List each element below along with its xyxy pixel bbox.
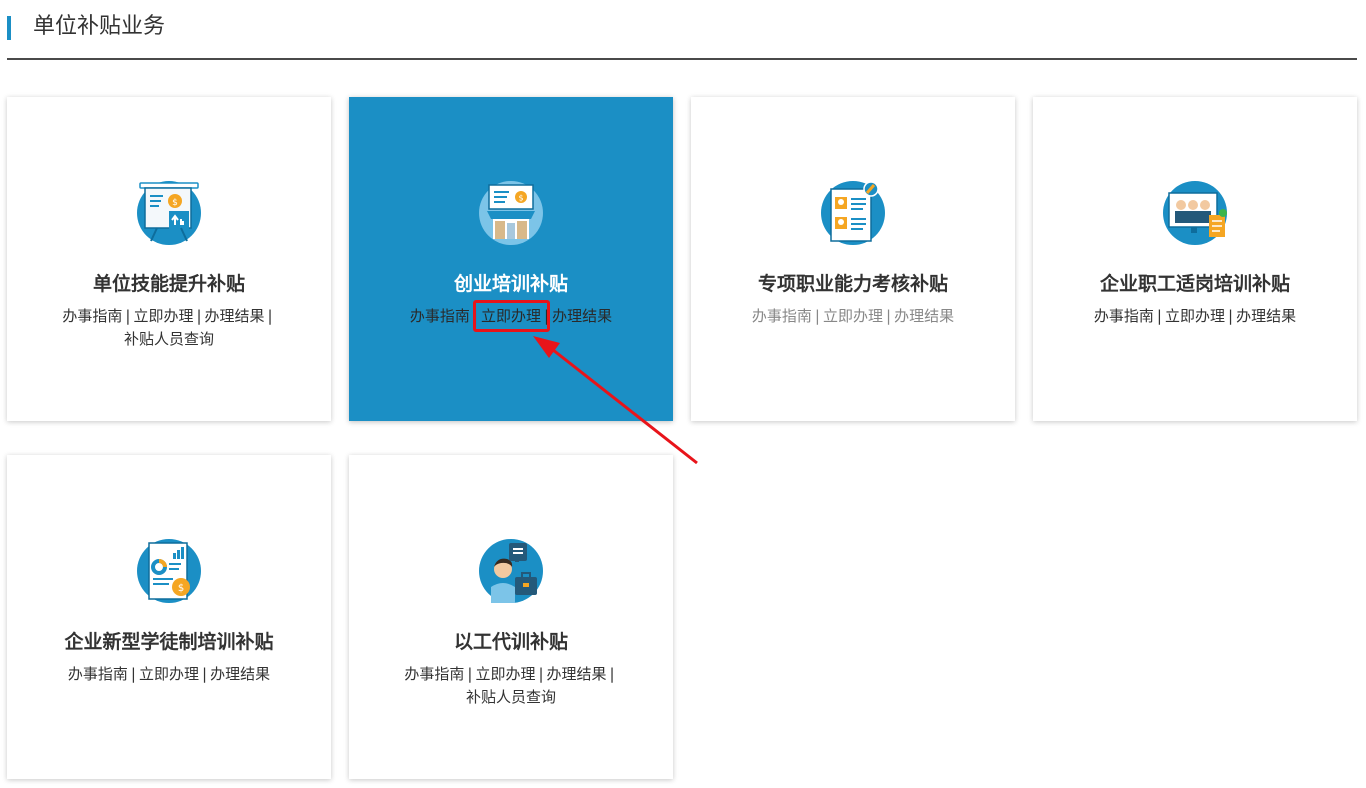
link-separator: | xyxy=(886,307,892,325)
card-links: 办事指南 | 立即办理 | 办理结果 xyxy=(1063,305,1327,328)
document-certificate-icon xyxy=(821,181,885,245)
card-title: 企业职工适岗培训补贴 xyxy=(1099,273,1290,295)
card-employee-job-adaptation-training-subsidy[interactable]: 企业职工适岗培训补贴 办事指南 | 立即办理 | 办理结果 xyxy=(1033,97,1357,421)
subsidy-person-query-link[interactable]: 补贴人员查询 xyxy=(124,330,214,348)
section-accent-bar xyxy=(7,16,11,40)
link-separator: | xyxy=(130,665,136,683)
link-separator: | xyxy=(467,665,473,683)
result-link[interactable]: 办理结果 xyxy=(205,307,265,325)
result-link[interactable]: 办理结果 xyxy=(552,307,612,325)
card-links: 办事指南 | 立即办理 | 办理结果 xyxy=(721,305,985,328)
apply-now-link[interactable]: 立即办理 xyxy=(475,665,535,683)
link-separator: | xyxy=(1228,307,1234,325)
result-link[interactable]: 办理结果 xyxy=(1236,307,1296,325)
link-separator: | xyxy=(202,665,208,683)
result-link[interactable]: 办理结果 xyxy=(547,665,607,683)
guide-link[interactable]: 办事指南 xyxy=(752,307,812,325)
apply-now-link[interactable]: 立即办理 xyxy=(133,307,193,325)
result-link[interactable]: 办理结果 xyxy=(210,665,270,683)
page: 单位补贴业务 $ 单位技能提升补贴 办事指南 | 立即办理 | 办理结果 | 补贴人员 xyxy=(0,0,1366,788)
card-new-apprenticeship-training-subsidy[interactable]: $ 企业新型学徒制培训补贴 办事指南 | 立即办理 | 办理结果 xyxy=(7,455,331,779)
card-title: 以工代训补贴 xyxy=(453,631,568,653)
subsidy-person-query-link[interactable]: 补贴人员查询 xyxy=(466,688,556,706)
guide-link[interactable]: 办事指南 xyxy=(62,307,122,325)
guide-link[interactable]: 办事指南 xyxy=(410,307,470,325)
worker-hire-icon xyxy=(479,539,543,603)
highlight-box xyxy=(473,300,550,332)
guide-link[interactable]: 办事指南 xyxy=(404,665,464,683)
apply-now-link[interactable]: 立即办理 xyxy=(1165,307,1225,325)
shop-storefront-icon: $ xyxy=(479,181,543,245)
link-separator: | xyxy=(609,665,615,683)
link-separator: | xyxy=(125,307,131,325)
card-title: 专项职业能力考核补贴 xyxy=(757,273,948,295)
card-entrepreneurship-training-subsidy[interactable]: $ 创业培训补贴 办事指南 | 立即办理 | 办理结果 xyxy=(349,97,673,421)
card-title: 创业培训补贴 xyxy=(453,273,568,295)
card-work-for-training-subsidy[interactable]: 以工代训补贴 办事指南 | 立即办理 | 办理结果 | 补贴人员查询 xyxy=(349,455,673,779)
report-chart-icon: $ xyxy=(137,539,201,603)
team-screen-icon xyxy=(1163,181,1227,245)
link-separator: | xyxy=(196,307,202,325)
card-links: 办事指南 | 立即办理 | 办理结果 | 补贴人员查询 xyxy=(379,663,643,709)
link-separator: | xyxy=(267,307,273,325)
card-links: 办事指南 | 立即办理 | 办理结果 xyxy=(37,663,301,686)
guide-link[interactable]: 办事指南 xyxy=(68,665,128,683)
presentation-chart-icon: $ xyxy=(137,181,201,245)
link-separator: | xyxy=(1156,307,1162,325)
card-vocational-ability-assessment-subsidy[interactable]: 专项职业能力考核补贴 办事指南 | 立即办理 | 办理结果 xyxy=(691,97,1015,421)
guide-link[interactable]: 办事指南 xyxy=(1094,307,1154,325)
svg-text:$: $ xyxy=(172,198,178,208)
apply-now-link[interactable]: 立即办理 xyxy=(139,665,199,683)
card-skill-upgrade-subsidy[interactable]: $ 单位技能提升补贴 办事指南 | 立即办理 | 办理结果 | 补贴人员查询 xyxy=(7,97,331,421)
link-separator: | xyxy=(814,307,820,325)
card-title: 企业新型学徒制培训补贴 xyxy=(64,631,274,653)
svg-text:$: $ xyxy=(518,194,523,203)
apply-now-link[interactable]: 立即办理 xyxy=(823,307,883,325)
card-title: 单位技能提升补贴 xyxy=(92,273,245,295)
section-title: 单位补贴业务 xyxy=(33,14,166,39)
section-header: 单位补贴业务 xyxy=(7,0,1357,60)
card-links: 办事指南 | 立即办理 | 办理结果 | 补贴人员查询 xyxy=(37,305,301,351)
result-link[interactable]: 办理结果 xyxy=(894,307,954,325)
link-separator: | xyxy=(538,665,544,683)
svg-text:$: $ xyxy=(178,583,184,594)
